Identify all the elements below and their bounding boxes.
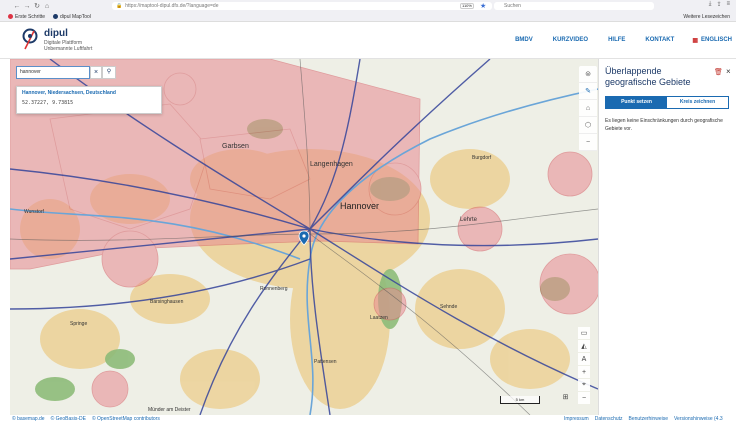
map-tool-column: ⊜ ✎ ⌂ ⬡ − [579, 66, 597, 151]
bookmark-item[interactable]: Erste Schritte [8, 14, 45, 20]
nav-kontakt[interactable]: KONTAKT [645, 37, 674, 44]
compass-icon[interactable]: ◭ [578, 340, 590, 352]
back-icon[interactable]: ← [12, 3, 22, 10]
grid-icon[interactable]: ⊞ [560, 393, 571, 404]
map-scale-bar: 5 km [500, 396, 540, 404]
attribution-item[interactable]: © OpenStreetMap contributors [92, 416, 160, 422]
zoom-level[interactable]: 110% [460, 3, 474, 9]
dipul-icon [53, 14, 59, 19]
result-coordinates: 52.37227, 9.73815 [22, 100, 74, 106]
zoom-out-icon[interactable]: − [578, 392, 590, 404]
search-button[interactable]: ⚲ [102, 66, 116, 79]
reload-icon[interactable]: ↻ [32, 2, 42, 10]
attribution-item[interactable]: © GeoBasis-DE [51, 416, 86, 422]
clear-search-button[interactable]: × [90, 66, 102, 79]
close-icon: × [93, 69, 99, 76]
tab-circle[interactable]: Kreis zeichnen [667, 97, 728, 108]
browser-search-input[interactable]: Suchen [494, 2, 654, 10]
firefox-icon [8, 14, 13, 19]
page-footer: © basemap.de © GeoBasis-DE © OpenStreetM… [0, 415, 736, 424]
map-label-laatzen: Laatzen [370, 315, 388, 321]
cube-icon[interactable]: ⬡ [579, 117, 597, 134]
bookmark-item[interactable]: dipul MapTool [53, 14, 91, 20]
pencil-icon[interactable]: ✎ [579, 83, 597, 100]
search-icon: ⚲ [106, 69, 112, 75]
layer-switch-icon[interactable]: ▭ [578, 327, 590, 339]
mode-tabs: Punkt setzen Kreis zeichnen [605, 96, 729, 109]
map-label-lehrte: Lehrte [460, 217, 478, 223]
nav-english[interactable]: ENGLISCH [701, 37, 732, 44]
drone-icon[interactable]: ⌂ [579, 100, 597, 117]
map-label-pattensen: Pattensen [314, 359, 337, 365]
map-label-barsinghausen: Barsinghausen [150, 299, 184, 305]
map-label-springe: Springe [70, 321, 88, 327]
footer-links: Impressum Datenschutz Benutzerhinweise V… [564, 416, 723, 422]
menu-icon[interactable]: ≡ [726, 1, 730, 8]
text-icon[interactable]: A [578, 353, 590, 365]
flag-icon: ▦ [692, 38, 698, 44]
home-icon[interactable]: ⌂ [42, 3, 52, 10]
locate-icon[interactable]: ⌖ [578, 379, 590, 391]
trash-icon[interactable]: 🗑 [714, 68, 723, 76]
attribution-item[interactable]: © basemap.de [12, 416, 45, 422]
map-label-burgdorf: Burgdorf [472, 155, 492, 161]
browser-menu-icons: ⤓ ⇪ ≡ [709, 1, 730, 8]
zoom-in-icon[interactable]: + [578, 366, 590, 378]
sidebar-title: Überlappende geografische Gebiete [605, 66, 691, 87]
bookmarks-bar: Erste Schritte dipul MapTool Weitere Les… [0, 12, 736, 22]
bookmark-star-icon[interactable]: ★ [480, 2, 486, 10]
app-header: dipul Digitale Plattform Unbemannte Luft… [0, 22, 736, 59]
url-bar[interactable]: 🔒 https://maptool-dipul.dfs.de/?language… [112, 2, 492, 10]
map-label-sehnde: Sehnde [440, 304, 458, 310]
other-bookmarks[interactable]: Weitere Lesezeichen [683, 14, 730, 20]
close-icon[interactable]: × [726, 67, 731, 76]
sidebar-message: Es liegen keine Einschränkungen durch ge… [605, 118, 723, 132]
lock-icon: 🔒 [116, 3, 123, 9]
map-label-langenhagen: Langenhagen [310, 161, 353, 168]
nav-kurzvideo[interactable]: KURZVIDEO [553, 37, 588, 44]
result-place-name[interactable]: Hannover, Niedersachsen, Deutschland [22, 90, 156, 96]
location-search-input[interactable]: hannover [16, 66, 90, 79]
map-label-garbsen: Garbsen [222, 143, 249, 150]
tab-point[interactable]: Punkt setzen [606, 97, 667, 108]
layers-icon[interactable]: ⊜ [579, 66, 597, 83]
nav-hilfe[interactable]: HILFE [608, 37, 625, 44]
search-result[interactable]: Hannover, Niedersachsen, Deutschland 52.… [16, 86, 162, 114]
footer-link-datenschutz[interactable]: Datenschutz [595, 416, 623, 422]
app-subtitle: Digitale Plattform Unbemannte Luftfahrt [44, 40, 93, 52]
attributions: © basemap.de © GeoBasis-DE © OpenStreetM… [12, 416, 160, 422]
app-title[interactable]: dipul [44, 28, 68, 39]
map-label-muender: Münder am Deister [148, 407, 191, 413]
map-label-hannover: Hannover [340, 201, 380, 211]
main-nav: BMDV KURZVIDEO HILFE KONTAKT ▦ ENGLISCH [515, 37, 732, 44]
map-controls: ▭ ◭ A + ⌖ − [578, 327, 592, 404]
footer-link-versionshinweise[interactable]: Versionshinweise (4.3 [674, 416, 723, 422]
forward-icon[interactable]: → [22, 3, 32, 10]
share-icon[interactable]: ⇪ [716, 1, 721, 8]
map-label-wunstorf: Wunstorf [24, 209, 44, 215]
nav-bmdv[interactable]: BMDV [515, 37, 533, 44]
minus-icon[interactable]: − [579, 134, 597, 151]
url-text: https://maptool-dipul.dfs.de/?language=d… [125, 3, 219, 9]
footer-link-impressum[interactable]: Impressum [564, 416, 589, 422]
download-icon[interactable]: ⤓ [709, 1, 712, 8]
sidebar-panel: Überlappende geografische Gebiete 🗑 × Pu… [598, 59, 736, 415]
map-label-ronnenberg: Ronnenberg [260, 286, 288, 292]
footer-link-benutzerhinweise[interactable]: Benutzerhinweise [629, 416, 668, 422]
dipul-logo-icon[interactable] [22, 28, 38, 52]
